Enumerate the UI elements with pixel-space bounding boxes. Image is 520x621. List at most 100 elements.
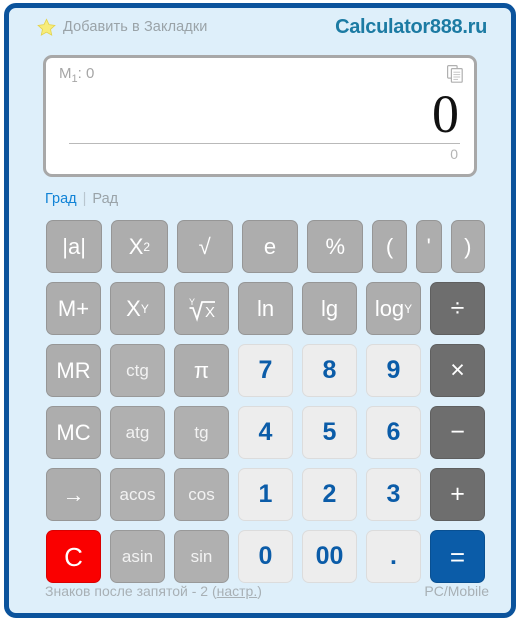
key-label: tg: [194, 423, 209, 442]
key-label: C: [64, 541, 83, 572]
key-label: +: [450, 480, 465, 508]
key-equals[interactable]: =: [430, 530, 485, 583]
key-memory-read[interactable]: MR: [46, 344, 101, 397]
display-sub-result: 0: [450, 146, 458, 162]
star-icon: [37, 17, 56, 37]
site-logo[interactable]: Calculator888.ru: [335, 16, 493, 39]
key-label: =: [449, 541, 466, 572]
key-7[interactable]: 7: [238, 344, 293, 397]
decimals-label: Знаков после запятой - 2: [45, 583, 209, 599]
key-label: log: [374, 295, 405, 321]
calculator-app: Добавить в Закладки Calculator888.ru M1:…: [0, 0, 520, 621]
key-label: (: [385, 233, 394, 259]
display-result: 0: [432, 84, 459, 144]
key-ln[interactable]: ln: [238, 282, 293, 335]
key-6[interactable]: 6: [366, 406, 421, 459]
key-abs[interactable]: |a|: [46, 220, 103, 273]
key-add[interactable]: +: [430, 468, 485, 521]
key-atg[interactable]: atg: [110, 406, 165, 459]
key-1[interactable]: 1: [238, 468, 293, 521]
key-3[interactable]: 3: [366, 468, 421, 521]
display-result-row: 0: [59, 85, 463, 143]
mode-rad[interactable]: Рад: [92, 191, 118, 207]
key-power[interactable]: XY: [110, 282, 165, 335]
key-clear[interactable]: C: [46, 530, 101, 583]
key-e[interactable]: e: [241, 220, 299, 273]
key-label: −: [450, 418, 465, 446]
key-subtract[interactable]: −: [430, 406, 485, 459]
memory-prefix: M: [59, 65, 72, 82]
key-label: acos: [119, 485, 156, 504]
key-acos[interactable]: acos: [110, 468, 165, 521]
key-asin[interactable]: asin: [110, 530, 165, 583]
key-9[interactable]: 9: [366, 344, 421, 397]
key-paren-close[interactable]: ): [450, 220, 485, 273]
key-label: 2: [322, 480, 337, 508]
memory-value: : 0: [77, 65, 95, 82]
keypad-row: → acos cos 1 2 3 +: [46, 468, 494, 521]
angle-mode-switch: Град | Рад: [45, 191, 118, 207]
keypad-row: M+ X Y Y Xln lg log Y ÷: [46, 282, 494, 335]
mode-grad[interactable]: Град: [45, 191, 77, 207]
key-label: 9: [386, 356, 401, 384]
key-label: ÷: [450, 294, 465, 322]
decimals-setting: Знаков после запятой - 2 (настр.): [45, 583, 262, 599]
key-label: √: [198, 233, 211, 259]
add-bookmark-button[interactable]: Добавить в Закладки: [37, 17, 208, 37]
key-label: 7: [258, 356, 273, 384]
key-5[interactable]: 5: [302, 406, 357, 459]
key-label: ln: [256, 295, 275, 321]
key-label: e: [263, 233, 277, 259]
key-lg[interactable]: lg: [302, 282, 357, 335]
key-sqrt[interactable]: √: [176, 220, 233, 273]
key-label: MR: [56, 357, 91, 383]
key-8[interactable]: 8: [302, 344, 357, 397]
key-nth-root[interactable]: YX: [174, 282, 229, 335]
key-backspace[interactable]: →: [46, 468, 101, 521]
key-label: ×: [450, 356, 465, 384]
keypad: |a| X 2 √ e%(') M+ X Y Y Xln lg log Y ÷ MR ctg π 7 8 9 × MC at…: [46, 220, 494, 592]
key-memory-plus[interactable]: M+: [46, 282, 101, 335]
key-sin[interactable]: sin: [174, 530, 229, 583]
calculator-display[interactable]: M1: 0 0 0: [43, 55, 477, 177]
keypad-row: MC atg tg 4 5 6 −: [46, 406, 494, 459]
key-2[interactable]: 2: [302, 468, 357, 521]
key-decimal[interactable]: .: [366, 530, 421, 583]
key-label: .: [390, 542, 397, 570]
memory-indicator: M1: 0: [59, 65, 94, 85]
key-pi[interactable]: π: [174, 344, 229, 397]
key-paren-open[interactable]: (: [372, 220, 407, 273]
key-label: →: [62, 481, 85, 507]
footer-bar: Знаков после запятой - 2 (настр.) PC/Mob…: [9, 583, 511, 599]
settings-link[interactable]: настр.: [217, 583, 258, 599]
add-bookmark-label: Добавить в Закладки: [63, 19, 208, 35]
key-percent[interactable]: %: [307, 220, 364, 273]
settings-paren-close: ): [257, 583, 262, 599]
key-memory-clear[interactable]: MC: [46, 406, 101, 459]
key-cos[interactable]: cos: [174, 468, 229, 521]
key-4[interactable]: 4: [238, 406, 293, 459]
keypad-row: Casin sin 0 00. =: [46, 530, 494, 583]
key-square[interactable]: X2: [111, 220, 168, 273]
key-multiply[interactable]: ×: [430, 344, 485, 397]
key-label: X: [128, 233, 144, 259]
keypad-row: |a| X 2 √ e% ( '): [46, 220, 494, 273]
keypad-row: MR ctg π 7 8 9 ×: [46, 344, 494, 397]
mode-separator: |: [82, 191, 87, 207]
key-divide[interactable]: ÷: [430, 282, 485, 335]
key-label: 5: [322, 418, 337, 446]
key-label: 8: [322, 356, 337, 384]
key-label: ': [426, 233, 431, 259]
key-label: |a|: [62, 233, 86, 259]
svg-text:Y: Y: [189, 297, 195, 307]
key-double-zero[interactable]: 00: [302, 530, 357, 583]
key-tg[interactable]: tg: [174, 406, 229, 459]
copy-icon[interactable]: [447, 65, 463, 83]
key-ctg[interactable]: ctg: [110, 344, 165, 397]
key-label: 4: [258, 418, 273, 446]
key-0[interactable]: 0: [238, 530, 293, 583]
pc-mobile-toggle[interactable]: PC/Mobile: [424, 583, 489, 599]
key-log-y[interactable]: log Y: [366, 282, 421, 335]
key-apostrophe[interactable]: ': [415, 220, 442, 273]
key-label: X: [126, 295, 141, 321]
